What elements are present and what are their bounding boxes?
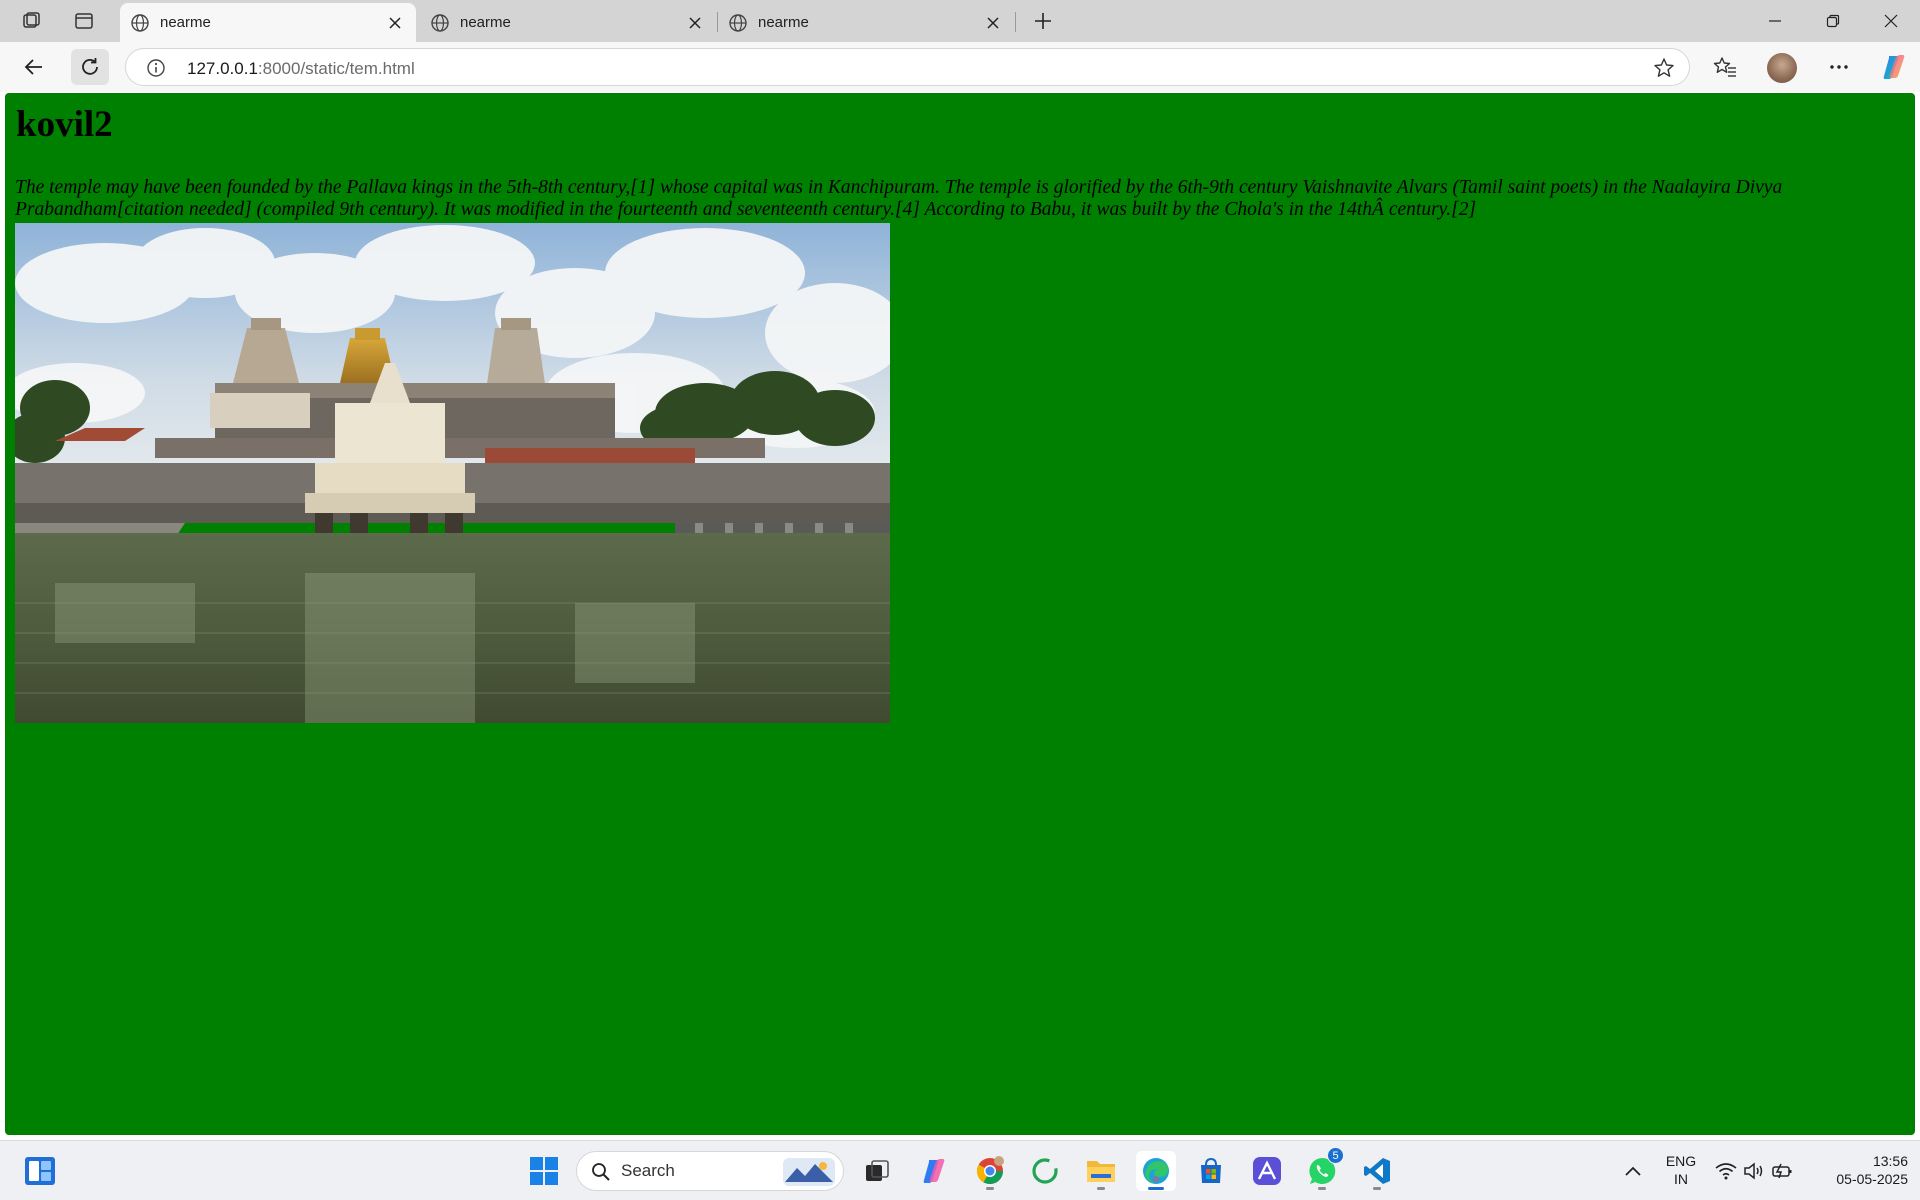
chrome-icon (976, 1156, 1004, 1185)
favorites-button[interactable] (1706, 49, 1744, 85)
tab-close-button[interactable] (384, 12, 406, 34)
globe-icon (131, 13, 149, 32)
close-icon (689, 16, 701, 29)
page-heading: kovil2 (16, 104, 113, 145)
search-label: Search (621, 1161, 675, 1180)
copilot-icon (1883, 55, 1905, 79)
whatsapp-button[interactable]: 5 (1302, 1147, 1344, 1191)
browser-toolbar: 127.0.0.1:8000/static/tem.html (0, 42, 1920, 92)
refresh-circle-icon (1032, 1158, 1058, 1184)
app-a-button[interactable] (1247, 1151, 1287, 1191)
tab-title: nearme (460, 14, 511, 31)
close-icon (987, 16, 999, 29)
url-host: 127.0.0.1 (187, 59, 258, 78)
globe-icon (431, 13, 449, 32)
copilot-taskbar-button[interactable] (914, 1151, 954, 1191)
battery-charging-icon (1772, 1163, 1792, 1179)
running-indicator (986, 1187, 994, 1190)
notification-badge: 5 (1327, 1147, 1344, 1164)
info-icon (147, 59, 165, 77)
restore-icon (1826, 14, 1840, 28)
profile-avatar[interactable] (1767, 53, 1797, 83)
language-indicator[interactable]: ENG IN (1658, 1152, 1704, 1188)
wifi-icon (1715, 1163, 1737, 1180)
volume-icon (1744, 1162, 1763, 1180)
task-view-icon (866, 1160, 889, 1181)
clock-date: 05-05-2025 (1836, 1171, 1908, 1187)
task-view-button[interactable] (857, 1151, 897, 1191)
more-icon (1830, 65, 1848, 69)
widgets-icon (25, 1157, 55, 1185)
favorites-list-icon (1713, 57, 1736, 77)
store-icon (1201, 1157, 1221, 1183)
windows-logo-icon (530, 1157, 558, 1185)
tab-nearme-2[interactable]: nearme (420, 3, 716, 42)
globe-icon (729, 13, 747, 32)
tab-separator (1015, 12, 1016, 32)
tab-close-button[interactable] (684, 12, 706, 34)
page-paragraph: The temple may have been founded by the … (15, 177, 1783, 220)
close-window-button[interactable] (1863, 0, 1919, 42)
app-circle-button[interactable] (1025, 1151, 1065, 1191)
microsoft-store-button[interactable] (1191, 1151, 1231, 1191)
running-indicator (1097, 1187, 1105, 1190)
folder-icon (1087, 1161, 1115, 1182)
running-indicator (1318, 1187, 1326, 1190)
copilot-icon (923, 1159, 945, 1183)
star-icon (1654, 58, 1674, 77)
clock-time: 13:56 (1872, 1153, 1908, 1169)
search-icon (592, 1163, 610, 1181)
close-icon (389, 16, 401, 29)
region-code: IN (1674, 1171, 1688, 1187)
tab-title: nearme (160, 14, 211, 31)
vertical-tabs-button[interactable] (66, 6, 102, 36)
new-tab-button[interactable] (1025, 6, 1061, 36)
tab-strip: nearme nearme nearme (0, 0, 1920, 42)
quick-settings-button[interactable] (1710, 1151, 1800, 1191)
site-info-button[interactable] (146, 58, 166, 83)
workspaces-button[interactable] (14, 6, 50, 36)
start-button[interactable] (524, 1151, 564, 1191)
taskbar: Search 5 ENG IN 13:56 05-05-2025 (0, 1140, 1920, 1200)
back-arrow-icon (24, 59, 42, 75)
favorite-button[interactable] (1653, 57, 1675, 84)
minimize-icon (1769, 20, 1781, 22)
widgets-button[interactable] (20, 1151, 60, 1191)
back-button[interactable] (15, 49, 53, 85)
address-bar[interactable]: 127.0.0.1:8000/static/tem.html (125, 48, 1690, 86)
search-highlight-icon (783, 1158, 835, 1186)
triangle-a-icon (1253, 1157, 1281, 1185)
workspaces-icon (23, 12, 40, 28)
refresh-icon (82, 58, 98, 75)
page-viewport: kovil2 The temple may have been founded … (5, 93, 1915, 1135)
settings-more-button[interactable] (1820, 49, 1858, 85)
copilot-button[interactable] (1880, 53, 1908, 81)
file-explorer-button[interactable] (1081, 1151, 1121, 1191)
edge-icon (1143, 1158, 1169, 1184)
tab-nearme-1[interactable]: nearme (120, 3, 416, 42)
minimize-button[interactable] (1747, 0, 1803, 42)
running-indicator (1373, 1187, 1381, 1190)
refresh-button[interactable] (71, 49, 109, 85)
tab-nearme-3[interactable]: nearme (718, 3, 1014, 42)
tab-actions-icon (75, 13, 93, 29)
close-icon (1884, 14, 1898, 28)
temple-tank-image (15, 223, 890, 723)
restore-button[interactable] (1805, 0, 1861, 42)
show-hidden-icons-button[interactable] (1613, 1151, 1653, 1191)
tab-title: nearme (758, 14, 809, 31)
clock[interactable]: 13:56 05-05-2025 (1812, 1152, 1908, 1188)
edge-button[interactable] (1136, 1151, 1176, 1191)
url-text[interactable]: 127.0.0.1:8000/static/tem.html (187, 59, 415, 79)
url-path: :8000/static/tem.html (257, 59, 415, 78)
language-code: ENG (1665, 1153, 1697, 1169)
running-indicator (1148, 1187, 1164, 1190)
tab-close-button[interactable] (982, 12, 1004, 34)
plus-icon (1035, 13, 1051, 29)
chevron-up-icon (1625, 1166, 1641, 1176)
taskbar-search[interactable]: Search (576, 1151, 844, 1191)
vscode-icon (1364, 1158, 1390, 1184)
chrome-button[interactable] (970, 1151, 1010, 1191)
vscode-button[interactable] (1357, 1151, 1397, 1191)
